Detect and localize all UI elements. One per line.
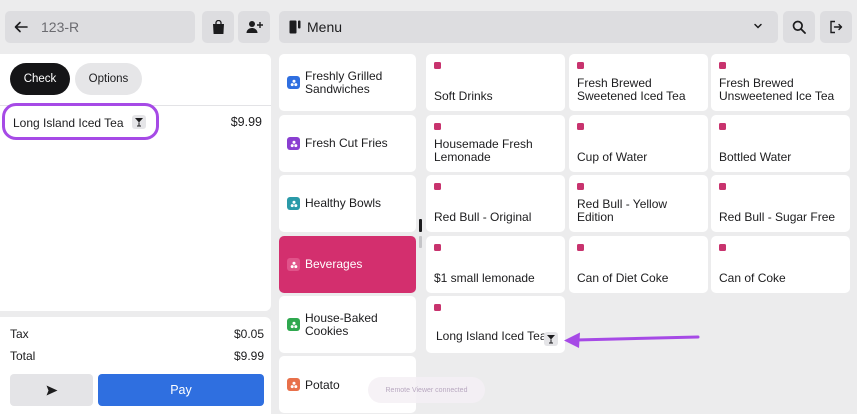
item-color-marker <box>719 123 726 130</box>
category-label: House-Baked Cookies <box>305 311 378 338</box>
add-person-icon <box>246 21 263 33</box>
item-color-marker <box>577 123 584 130</box>
add-guest-button[interactable] <box>238 11 270 43</box>
menu-item-unsweetened-ice-tea[interactable]: Fresh Brewed Unsweetened Ice Tea <box>711 54 850 111</box>
item-label: Red Bull - Yellow Edition <box>577 197 668 224</box>
item-label: Red Bull - Original <box>434 210 532 224</box>
category-icon <box>287 258 300 271</box>
tax-value: $0.05 <box>233 327 264 341</box>
item-color-marker <box>434 62 441 69</box>
total-value: $9.99 <box>233 349 264 363</box>
category-scrollbar-track <box>419 236 422 248</box>
item-color-marker <box>719 244 726 251</box>
category-icon <box>287 137 300 150</box>
item-color-marker <box>434 183 441 190</box>
tab-check[interactable]: Check <box>10 63 70 95</box>
menu-item-coke[interactable]: Can of Coke <box>711 236 850 293</box>
category-beverages[interactable]: Beverages <box>279 236 416 293</box>
item-label: Cup of Water <box>577 150 648 164</box>
logout-icon <box>830 20 843 34</box>
menu-item-housemade-lemonade[interactable]: Housemade Fresh Lemonade <box>426 115 565 172</box>
total-label: Total <box>10 349 36 363</box>
menu-item-cup-of-water[interactable]: Cup of Water <box>569 115 708 172</box>
menu-item-diet-coke[interactable]: Can of Diet Coke <box>569 236 708 293</box>
item-label: Fresh Brewed Sweetened Iced Tea <box>577 76 686 103</box>
category-icon <box>287 378 300 391</box>
annotation-arrow-icon <box>564 332 700 348</box>
menu-item-small-lemonade[interactable]: $1 small lemonade <box>426 236 565 293</box>
send-button[interactable] <box>10 374 93 406</box>
item-label: Can of Coke <box>719 271 786 285</box>
remote-viewer-toast: Remote Viewer connected <box>368 377 485 403</box>
category-label: Beverages <box>305 257 363 271</box>
category-label: Fresh Cut Fries <box>305 136 388 150</box>
menu-book-icon <box>289 20 301 34</box>
item-color-marker <box>434 123 441 130</box>
item-color-marker <box>719 183 726 190</box>
item-color-marker <box>577 183 584 190</box>
menu-item-red-bull-sugar-free[interactable]: Red Bull - Sugar Free <box>711 175 850 232</box>
back-button[interactable] <box>5 11 37 43</box>
total-row: Total $9.99 <box>10 349 264 363</box>
line-item-price: $9.99 <box>230 115 262 129</box>
order-header: 123-R <box>5 11 195 43</box>
menu-item-sweetened-iced-tea[interactable]: Fresh Brewed Sweetened Iced Tea <box>569 54 708 111</box>
order-number: 123-R <box>41 19 80 35</box>
category-house-baked-cookies[interactable]: House-Baked Cookies <box>279 296 416 353</box>
menu-item-red-bull-yellow[interactable]: Red Bull - Yellow Edition <box>569 175 708 232</box>
arrow-left-icon <box>14 21 28 33</box>
item-color-marker <box>434 304 441 311</box>
menu-item-red-bull-original[interactable]: Red Bull - Original <box>426 175 565 232</box>
tab-options[interactable]: Options <box>75 63 142 95</box>
item-color-marker <box>577 62 584 69</box>
item-color-marker <box>577 244 584 251</box>
cocktail-icon <box>544 332 558 346</box>
search-button[interactable] <box>783 11 815 43</box>
item-label: $1 small lemonade <box>434 271 535 285</box>
menu-selector[interactable]: Menu <box>279 11 778 43</box>
category-fresh-cut-fries[interactable]: Fresh Cut Fries <box>279 115 416 172</box>
category-icon <box>287 76 300 89</box>
item-label: Can of Diet Coke <box>577 271 669 285</box>
item-label: Red Bull - Sugar Free <box>719 210 836 224</box>
menu-title: Menu <box>307 19 343 35</box>
item-label: Long Island Iced Tea <box>436 329 547 343</box>
category-freshly-grilled-sandwiches[interactable]: Freshly Grilled Sandwiches <box>279 54 416 111</box>
menu-item-bottled-water[interactable]: Bottled Water <box>711 115 850 172</box>
item-label: Bottled Water <box>719 150 792 164</box>
item-label: Housemade Fresh Lemonade <box>434 137 533 164</box>
send-icon <box>46 385 57 395</box>
totals-panel: Tax $0.05 Total $9.99 Pay <box>0 317 271 414</box>
item-color-marker <box>434 244 441 251</box>
search-icon <box>792 20 806 34</box>
menu-item-soft-drinks[interactable]: Soft Drinks <box>426 54 565 111</box>
annotation-highlight-ring <box>2 103 159 140</box>
category-healthy-bowls[interactable]: Healthy Bowls <box>279 175 416 232</box>
bag-button[interactable] <box>202 11 234 43</box>
menu-item-long-island-iced-tea[interactable]: Long Island Iced Tea <box>426 296 565 353</box>
tax-label: Tax <box>10 327 29 341</box>
category-icon <box>287 318 300 331</box>
category-scrollbar[interactable] <box>419 219 422 232</box>
category-icon <box>287 197 300 210</box>
pay-button[interactable]: Pay <box>98 374 264 406</box>
category-label: Healthy Bowls <box>305 196 382 210</box>
item-color-marker <box>719 62 726 69</box>
chevron-down-icon <box>754 23 762 29</box>
logout-button[interactable] <box>820 11 852 43</box>
shopping-bag-icon <box>212 19 224 34</box>
item-label: Soft Drinks <box>434 89 493 103</box>
category-label: Freshly Grilled Sandwiches <box>305 69 383 96</box>
item-label: Fresh Brewed Unsweetened Ice Tea <box>719 76 835 103</box>
check-panel: Check Options Long Island Iced Tea $9.99 <box>0 54 271 311</box>
tax-row: Tax $0.05 <box>10 327 264 341</box>
